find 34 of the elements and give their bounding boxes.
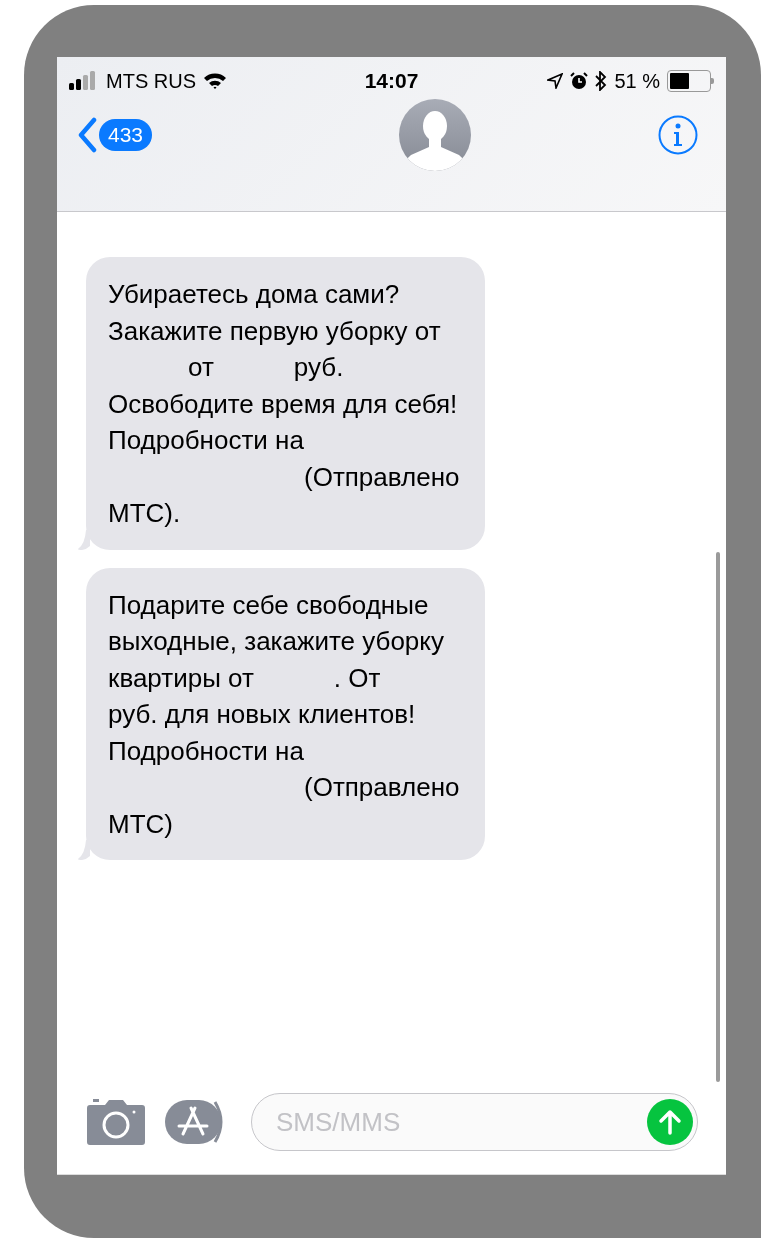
contact-avatar-icon[interactable] [399,99,471,171]
unread-count-badge: 433 [99,119,153,151]
message-text: Освободите время для себя! [108,387,458,421]
message-text: квартиры от [108,661,254,695]
message-input-field[interactable]: SMS/MMS [274,1105,647,1139]
location-arrow-icon [547,73,564,89]
info-icon[interactable] [658,115,698,155]
carrier-name: MTS RUS [106,69,196,93]
message-text: (Отправлено [304,460,460,494]
message-text: выходные, закажите уборку [108,625,444,658]
message-text: руб. [293,351,344,384]
alarm-clock-icon [570,72,589,90]
back-button[interactable]: 433 [77,117,153,153]
message-text: МТС). [108,497,181,530]
message-text: Подробности на [108,734,304,768]
message-text: (Отправлено [304,771,460,804]
clock-time: 14:07 [364,69,419,93]
message-text: руб. для новых клиентов! [108,698,416,731]
battery-percent: 51 % [614,69,660,93]
message-text: от [188,351,214,384]
message-field[interactable]: SMS/MMS [251,1093,698,1151]
message-text: Подарите себе свободные [108,588,429,622]
message-text: Закажите первую уборку от [108,314,441,348]
send-button[interactable] [647,1099,693,1145]
battery-icon [667,70,714,92]
message-text: Убираетесь дома сами? [108,278,400,311]
camera-icon[interactable] [87,1099,145,1145]
chevron-left-icon [77,117,97,153]
wifi-icon [203,72,227,90]
message-text: . От [333,661,381,695]
arrow-up-icon [658,1109,682,1135]
bluetooth-icon [595,71,608,91]
message-text: Подробности на [108,424,304,457]
message-text: МТС) [108,807,173,841]
